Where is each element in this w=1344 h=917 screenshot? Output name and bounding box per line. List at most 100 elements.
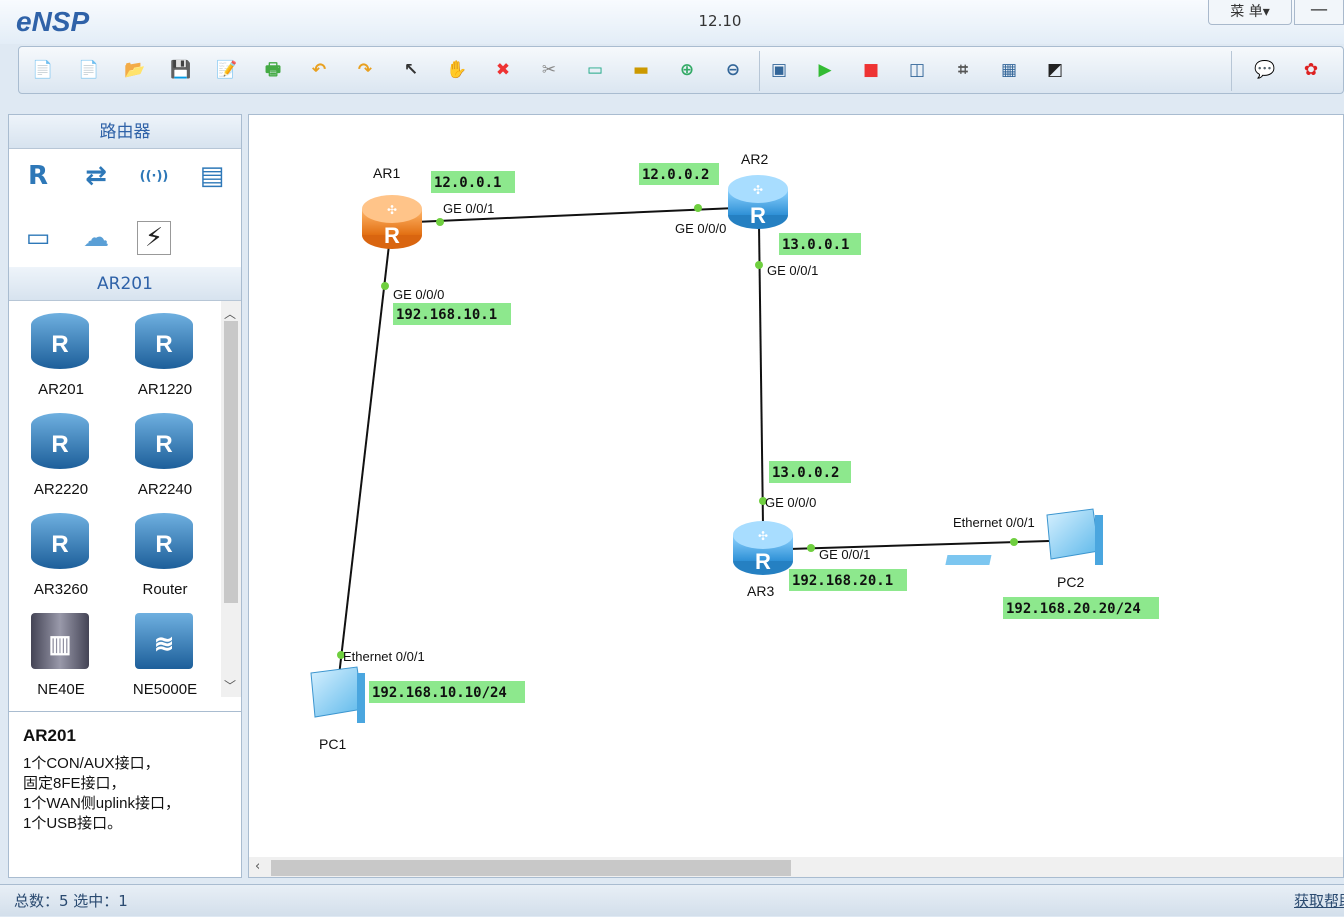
svg-text:R: R: [750, 203, 766, 228]
svg-text:✣: ✣: [758, 529, 768, 543]
device-item[interactable]: R AR3260: [9, 509, 113, 609]
pc-pc1[interactable]: [249, 666, 365, 725]
router-ar3[interactable]: R ✣: [733, 521, 793, 575]
open-button[interactable]: 📂: [119, 54, 151, 86]
huawei-button[interactable]: ✿: [1295, 54, 1327, 86]
ip-label[interactable]: 12.0.0.2: [642, 167, 709, 183]
scroll-up-icon[interactable]: ︿: [224, 305, 236, 322]
svg-text:R: R: [384, 223, 400, 248]
router-icon: R: [135, 313, 193, 369]
chat-icon: 💬: [1254, 60, 1276, 80]
wlan-category-icon[interactable]: ((·)): [131, 153, 177, 199]
link-ar1-pc1[interactable]: [336, 244, 390, 694]
capture-icon: ◫: [908, 60, 926, 80]
pc-category-icon[interactable]: ▭: [15, 215, 61, 261]
text-button[interactable]: ▭: [579, 54, 611, 86]
new-topology-button[interactable]: 📄: [27, 54, 59, 86]
redo-button[interactable]: ↷: [349, 54, 381, 86]
device-item[interactable]: R AR2240: [113, 409, 217, 509]
save-as-button[interactable]: 📝: [211, 54, 243, 86]
ip-label[interactable]: 192.168.20.20/24: [1006, 601, 1141, 617]
interface-label-icon: ▣: [770, 60, 788, 80]
status-bar: 总数：5 选中：1 获取帮助: [0, 884, 1344, 916]
help-link[interactable]: 获取帮助: [1294, 885, 1344, 917]
link-ar2-ar3[interactable]: [758, 224, 764, 526]
interface-label: GE 0/0/0: [765, 495, 816, 510]
link-category-icon[interactable]: ⚡: [137, 221, 171, 255]
menu-button[interactable]: 菜 单▾: [1208, 0, 1292, 25]
device-label-ar1: AR1: [373, 165, 400, 181]
router-ar2[interactable]: R ✣: [728, 175, 788, 229]
interface-label: Ethernet 0/0/1: [953, 515, 1035, 530]
toolbar-separator: [1231, 51, 1232, 91]
rectangle-button[interactable]: ▬: [625, 54, 657, 86]
capture-button[interactable]: ◫: [901, 54, 933, 86]
select-icon: ↖: [403, 60, 419, 80]
save-as-icon: 📝: [216, 60, 238, 80]
interface-label-button[interactable]: ▣: [763, 54, 795, 86]
print-button[interactable]: 🖶: [257, 54, 289, 86]
undo-button[interactable]: ↶: [303, 54, 335, 86]
device-description: AR201 1个CON/AUX接口， 固定8FE接口， 1个WAN侧uplink…: [9, 711, 241, 877]
ip-label[interactable]: 192.168.10.1: [396, 307, 497, 323]
start-button[interactable]: ▶: [809, 54, 841, 86]
undo-icon: ↶: [311, 60, 327, 80]
description-line: 1个USB接口。: [23, 815, 123, 832]
new-example-icon: 📄: [78, 60, 100, 80]
chassis-icon: ≋: [135, 613, 193, 669]
select-button[interactable]: ↖: [395, 54, 427, 86]
router-icon: R: [31, 313, 89, 369]
ip-label[interactable]: 13.0.0.2: [772, 465, 839, 481]
port-dot: [755, 261, 763, 269]
pan-button[interactable]: ✋: [441, 54, 473, 86]
router-ar1[interactable]: R ✣: [362, 195, 422, 249]
hscroll-thumb[interactable]: [271, 860, 791, 876]
ip-label[interactable]: 12.0.0.1: [434, 175, 501, 191]
minimize-button[interactable]: —: [1294, 0, 1344, 25]
topology-button[interactable]: ⌗: [947, 54, 979, 86]
device-panel: 路由器 R ⇄ ((·)) ▤ ▭ ☁ ⚡ AR201 R AR201 R AR1220 R AR22…: [8, 114, 242, 878]
toolbar-separator: [759, 51, 760, 91]
zoom-in-button[interactable]: ⊕: [671, 54, 703, 86]
device-item[interactable]: R AR2220: [9, 409, 113, 509]
port-dot: [694, 204, 702, 212]
open-icon: 📂: [124, 60, 146, 80]
new-example-button[interactable]: 📄: [73, 54, 105, 86]
scroll-thumb[interactable]: [224, 321, 238, 603]
device-item[interactable]: ≋ NE5000E: [113, 609, 217, 697]
router-icon: R: [135, 513, 193, 569]
status-count: 总数：5 选中：1: [14, 892, 128, 910]
grid-icon: ▦: [1000, 60, 1018, 80]
chassis-icon: ▥: [31, 613, 89, 669]
port-dot: [381, 282, 389, 290]
ip-label[interactable]: 192.168.20.1: [792, 573, 893, 589]
interface-label: GE 0/0/0: [675, 221, 726, 236]
save-button[interactable]: 💾: [165, 54, 197, 86]
grid-button[interactable]: ▦: [993, 54, 1025, 86]
device-item[interactable]: ▥ NE40E: [9, 609, 113, 697]
scroll-left-icon[interactable]: ‹: [255, 859, 260, 874]
canvas-hscrollbar[interactable]: ‹: [249, 857, 1343, 877]
stop-button[interactable]: ■: [855, 54, 887, 86]
device-list-scrollbar[interactable]: ︿ ﹀: [221, 301, 241, 697]
description-line: 1个CON/AUX接口，: [23, 755, 160, 772]
cloud-category-icon[interactable]: ☁: [73, 215, 119, 261]
device-item[interactable]: R AR1220: [113, 309, 217, 409]
delete-button[interactable]: ✖: [487, 54, 519, 86]
zoom-out-button[interactable]: ⊖: [717, 54, 749, 86]
rectangle-icon: ▬: [632, 60, 650, 80]
device-item[interactable]: R AR201: [9, 309, 113, 409]
topology-svg[interactable]: R ✣ R ✣ R ✣ AR1AR2AR3PC1PC212.0.0.1 12.0…: [249, 115, 1344, 857]
switch-category-icon[interactable]: ⇄: [73, 153, 119, 199]
topology-canvas[interactable]: R ✣ R ✣ R ✣ AR1 AR2 AR3 PC1 PC2 12.0.0.1…: [248, 114, 1344, 878]
chat-button[interactable]: 💬: [1249, 54, 1281, 86]
delete-link-button[interactable]: ✂: [533, 54, 565, 86]
firewall-category-icon[interactable]: ▤: [189, 153, 235, 199]
device-list: R AR201 R AR1220 R AR2220 R AR2240 R AR3260 R Route…: [9, 301, 221, 697]
scroll-down-icon[interactable]: ﹀: [224, 677, 236, 694]
ip-label[interactable]: 13.0.0.1: [782, 237, 849, 253]
router-category-icon[interactable]: R: [15, 153, 61, 199]
ip-label[interactable]: 192.168.10.10/24: [372, 685, 507, 701]
device-item[interactable]: R Router: [113, 509, 217, 609]
screenshot-button[interactable]: ◩: [1039, 54, 1071, 86]
